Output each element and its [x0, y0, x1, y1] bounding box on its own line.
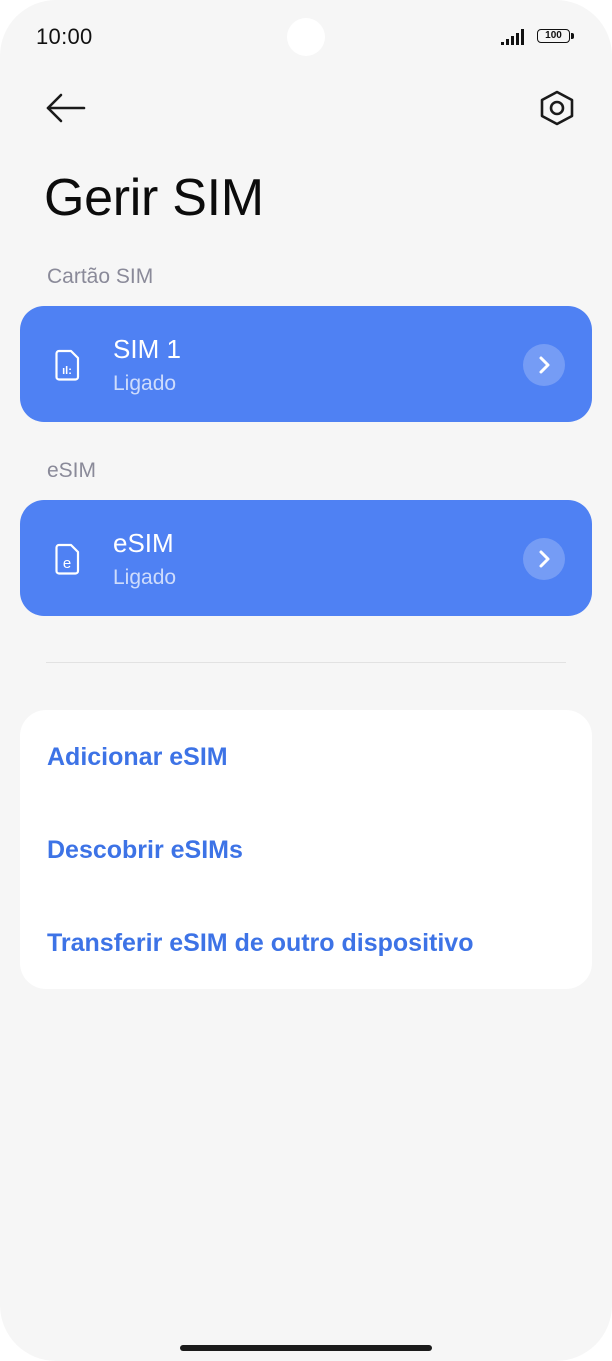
battery-level: 100 — [537, 29, 570, 43]
svg-text:ıl:: ıl: — [62, 365, 72, 377]
esim-icon: e — [55, 543, 80, 575]
chevron-right-icon — [539, 550, 550, 568]
battery-tip — [571, 33, 574, 39]
status-bar: 10:00 100 — [0, 0, 612, 76]
sim-1-status: Ligado — [113, 372, 177, 395]
esim-chevron — [523, 538, 565, 580]
sim-1-name: SIM 1 — [113, 334, 181, 364]
esim-name: eSIM — [113, 528, 174, 558]
page-title: Gerir SIM — [44, 169, 264, 227]
section-label-sim-card: Cartão SIM — [47, 265, 154, 288]
add-esim-button[interactable]: Adicionar eSIM — [47, 743, 228, 772]
signal-bars-icon — [501, 29, 524, 45]
settings-button[interactable] — [532, 84, 582, 132]
arrow-left-icon — [46, 93, 86, 123]
battery-icon: 100 — [537, 28, 577, 46]
svg-text:e: e — [63, 555, 71, 572]
gear-hexagon-icon — [540, 90, 574, 126]
phone-screen: 10:00 100 Gerir SIM Cartão SIM ıl: SIM 1… — [0, 0, 612, 1361]
sim-1-chevron — [523, 344, 565, 386]
divider — [46, 662, 566, 663]
sim-1-card[interactable]: ıl: SIM 1 Ligado — [20, 306, 592, 422]
esim-status: Ligado — [113, 566, 177, 589]
discover-esims-button[interactable]: Descobrir eSIMs — [47, 836, 243, 865]
chevron-right-icon — [539, 356, 550, 374]
transfer-esim-button[interactable]: Transferir eSIM de outro dispositivo — [47, 929, 473, 958]
back-button[interactable] — [40, 84, 92, 132]
sim-card-icon: ıl: — [55, 349, 80, 381]
front-camera-cutout — [287, 18, 325, 56]
esim-actions-card: Adicionar eSIM Descobrir eSIMs Transferi… — [20, 710, 592, 989]
esim-card[interactable]: e eSIM Ligado — [20, 500, 592, 616]
status-time: 10:00 — [36, 24, 93, 49]
section-label-esim: eSIM — [47, 459, 97, 482]
home-indicator[interactable] — [180, 1345, 432, 1351]
